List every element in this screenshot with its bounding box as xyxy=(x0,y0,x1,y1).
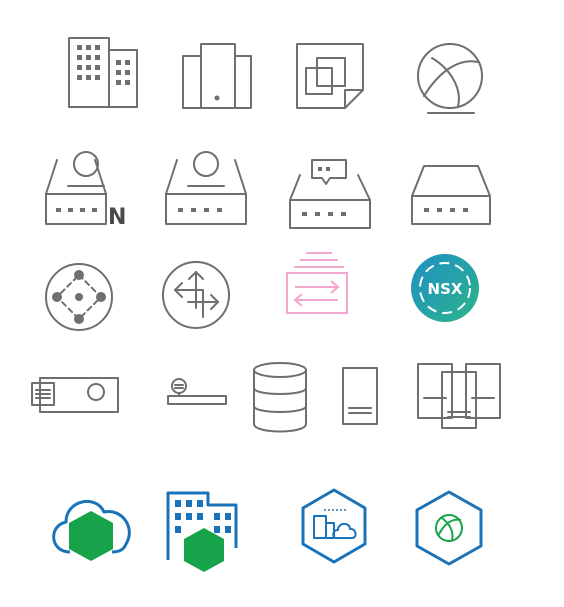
buildings-icon xyxy=(68,37,138,108)
nsx-label: NSX xyxy=(428,280,463,298)
server-icon xyxy=(342,367,378,425)
network-device-icon xyxy=(165,151,247,225)
router-icon xyxy=(162,261,230,329)
building-hexagon-icon xyxy=(166,491,238,572)
database-icon xyxy=(253,362,307,433)
office-tower-icon xyxy=(182,43,252,109)
network-hub-icon xyxy=(45,263,113,331)
network-switch-icon xyxy=(411,165,491,225)
stacked-windows-document-icon xyxy=(296,43,364,109)
nsx-logo-icon: NSX xyxy=(411,254,479,322)
server-cluster-icon xyxy=(417,363,501,429)
device-n-letter: N xyxy=(108,205,126,230)
network-device-chat-icon xyxy=(289,159,371,229)
projector-icon xyxy=(31,377,119,413)
cloud-hexagon-icon xyxy=(52,500,131,561)
globe-icon xyxy=(417,43,483,114)
load-balancer-icon xyxy=(167,378,227,405)
icon-sheet: N NSX xyxy=(0,0,564,607)
icon-sheet-svg: N NSX xyxy=(31,37,501,572)
firewall-exchange-icon xyxy=(286,252,348,314)
globe-hexagon-icon xyxy=(415,490,483,566)
datacenter-cloud-hexagon-icon xyxy=(301,488,367,564)
network-device-n-icon: N xyxy=(45,151,126,230)
